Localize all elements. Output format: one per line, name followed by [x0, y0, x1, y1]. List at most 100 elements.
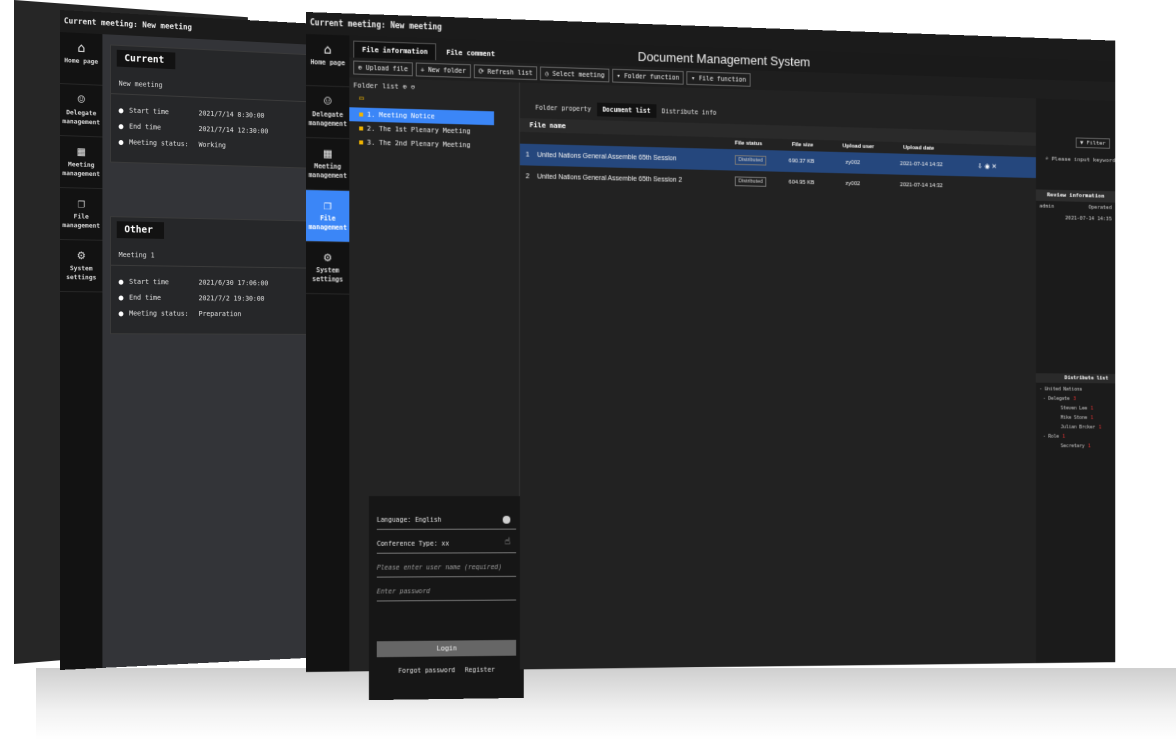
register-link[interactable]: Register [465, 666, 495, 674]
remove-folder-icon[interactable]: ⊖ [411, 83, 415, 91]
column-header: File size [792, 142, 813, 148]
tab-file-information[interactable]: File information [353, 41, 436, 61]
file-name: United Nations General Assemble 65th Ses… [537, 173, 735, 185]
card-title: Other [117, 221, 164, 239]
filter-label: Filter [1087, 140, 1106, 147]
upload-file-button[interactable]: ⊕ Upload file [353, 61, 412, 77]
sidebar-item-delegate[interactable]: ☺ Delegate management [60, 84, 102, 137]
row-number: 2 [526, 173, 537, 180]
folder-icon: ■ [359, 138, 363, 146]
tab-file-comment[interactable]: File comment [438, 44, 502, 62]
button-label: New folder [428, 66, 466, 75]
tab-document-list[interactable]: Document list [597, 103, 656, 118]
language-select[interactable]: Language: English [377, 506, 516, 530]
search-placeholder: Please input keyword [1052, 156, 1116, 164]
sidebar-item-settings[interactable]: ⚙ System settings [60, 240, 102, 292]
upload-user: zy002 [845, 160, 900, 167]
sidebar-item-file[interactable]: ❐ File management [306, 190, 349, 243]
delete-icon[interactable]: ✕ [992, 164, 997, 171]
refresh-list-button[interactable]: ⟳ Refresh list [474, 64, 538, 80]
end-value: 2021/7/14 12:30:00 [199, 125, 269, 135]
file-size: 604.95 KB [789, 180, 846, 187]
sidebar-item-file[interactable]: ❐ File management [60, 188, 102, 241]
start-value: 2021/7/14 8:30:00 [199, 109, 265, 119]
sidebar-item-delegate[interactable]: ☺ Delegate management [306, 86, 349, 139]
review-user: admin [1039, 204, 1054, 210]
count-badge: 3 [1073, 396, 1076, 402]
upload-date: 2021-07-14 14:32 [900, 182, 977, 190]
list-item[interactable]: Julian Brcker 1 [1036, 422, 1115, 432]
distribute-list-header: Distribute list [1036, 373, 1115, 383]
login-button[interactable]: Login [377, 640, 516, 657]
sidebar-item-label: Home page [310, 58, 345, 67]
tab-folder-property[interactable]: Folder property [530, 101, 597, 117]
filter-button[interactable]: ▼ Filter [1076, 137, 1110, 148]
end-value: 2021/7/2 19:30:00 [199, 294, 265, 302]
pointer-hand-icon: ☝ [505, 537, 511, 548]
button-label: Folder function [624, 72, 679, 82]
download-icon[interactable]: ⇩ [977, 163, 982, 170]
review-date: 2021-07-14 14:35 [1065, 216, 1112, 223]
settings-icon: ⚙ [306, 250, 349, 267]
count-badge: 1 [1099, 425, 1102, 431]
list-item[interactable]: - Delegate 3 [1036, 394, 1115, 404]
list-item-label: Secretary [1061, 443, 1085, 449]
sidebar-item-label: Home page [64, 56, 98, 66]
home-icon: ⌂ [60, 40, 102, 58]
view-icon[interactable]: ◉ [984, 163, 989, 170]
sidebar-item-label: File management [308, 214, 347, 232]
search-input[interactable]: ⌕ Please input keyword [1045, 156, 1115, 164]
search-icon: ⌕ [1045, 156, 1048, 163]
username-input[interactable]: Please enter user name (required) [377, 553, 516, 577]
folder-label: 1. Meeting Notice [367, 111, 435, 121]
delegate-icon: ☺ [60, 92, 102, 110]
password-input[interactable]: Enter password [377, 577, 516, 602]
login-dialog: Language: English Conference Type: xx ☝ P… [369, 496, 524, 700]
delegate-icon: ☺ [306, 94, 349, 111]
file-function-button[interactable]: ▾ File function [687, 71, 751, 87]
file-icon: ❐ [306, 198, 349, 215]
end-label: End time [129, 294, 198, 303]
sidebar-item-label: Delegate management [308, 110, 347, 128]
start-label: Start time [129, 107, 198, 118]
new-folder-button[interactable]: + New folder [416, 63, 471, 79]
sidebar-item-settings[interactable]: ⚙ System settings [306, 242, 349, 295]
sidebar-item-home[interactable]: ⌂ Home page [306, 34, 349, 87]
row-actions: ⇩ ◉ ✕ [977, 162, 996, 170]
add-folder-icon[interactable]: ⊕ [403, 83, 407, 91]
sidebar: ⌂ Home page ☺ Delegate management ▦ Meet… [306, 34, 349, 672]
sidebar-item-label: Meeting management [62, 160, 100, 178]
list-item-label: United Nations [1045, 387, 1082, 393]
list-item[interactable]: Steven Lee 1 [1036, 404, 1115, 414]
button-label: Upload file [366, 64, 408, 73]
list-item-label: Steven Lee [1061, 406, 1088, 412]
conference-type-select[interactable]: Conference Type: xx ☝ [377, 530, 516, 554]
toggle-icon[interactable] [503, 516, 511, 524]
select-meeting-button[interactable]: ◷ Select meeting [540, 66, 609, 82]
language-value: Language: English [377, 516, 442, 524]
list-item[interactable]: - Role 1 [1036, 432, 1115, 442]
list-item[interactable]: Secretary 1 [1036, 441, 1115, 451]
tab-distribute-info[interactable]: Distribute info [656, 104, 722, 120]
document-management-window: Current meeting: New meeting ⌂ Home page… [306, 12, 1115, 672]
upload-date: 2021-07-14 14:32 [900, 161, 977, 169]
sidebar-item-meeting[interactable]: ▦ Meeting management [60, 136, 102, 189]
review-status: Operated [1088, 205, 1111, 211]
folder-icon: ■ [359, 111, 363, 119]
list-item[interactable]: Mike Stone 1 [1036, 413, 1115, 423]
sidebar-item-meeting[interactable]: ▦ Meeting management [306, 138, 349, 191]
folder-label: 3. The 2nd Plenary Meeting [367, 139, 470, 150]
folder-pane: Folder list ⊕ ⊖ ▭ ■ 1. Meeting Notice ■ 2.… [349, 77, 520, 671]
count-badge: 1 [1088, 444, 1091, 450]
distribute-list: - United Nations - Delegate 3 Steven Lee 1… [1036, 385, 1115, 452]
folder-function-button[interactable]: ▾ Folder function [612, 69, 684, 85]
settings-icon: ⚙ [60, 248, 102, 265]
bullet-icon [119, 108, 124, 113]
sidebar-item-label: System settings [312, 266, 343, 283]
sidebar-item-home[interactable]: ⌂ Home page [60, 32, 102, 86]
calendar-icon: ▦ [60, 144, 102, 161]
forgot-password-link[interactable]: Forgot password [398, 666, 455, 675]
status-value: Working [199, 141, 226, 150]
sidebar-item-label: File management [62, 212, 100, 229]
sidebar-item-label: System settings [66, 264, 96, 281]
